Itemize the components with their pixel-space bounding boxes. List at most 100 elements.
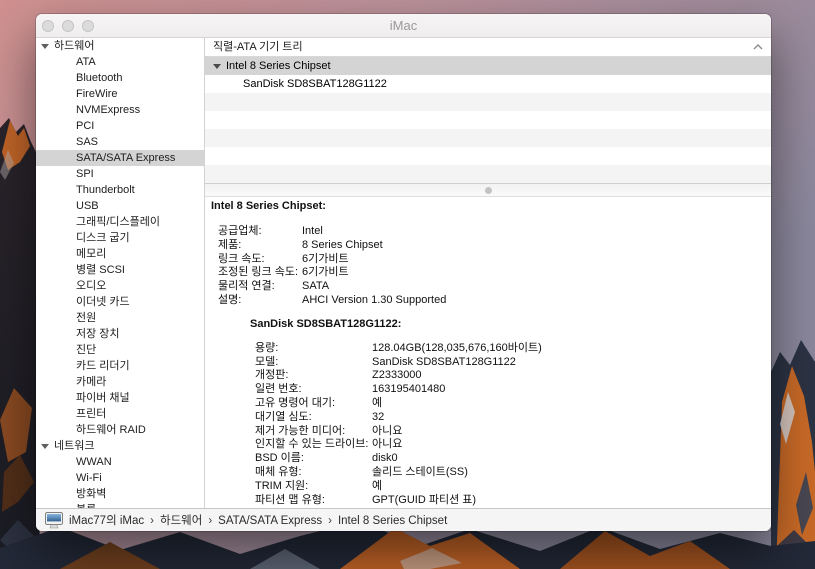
sidebar-item-ata[interactable]: ATA: [36, 54, 204, 70]
detail-row: 공급업체:Intel: [205, 225, 771, 239]
detail-key: 매체 유형:: [255, 466, 372, 480]
detail-value: 6기가비트: [302, 266, 349, 278]
sidebar-item-thunderbolt[interactable]: Thunderbolt: [36, 182, 204, 198]
tree-header-label: 직렬-ATA 기기 트리: [213, 41, 303, 53]
breadcrumb: iMac77의 iMac›하드웨어›SATA/SATA Express›Inte…: [69, 512, 447, 528]
sidebar-item-pci[interactable]: PCI: [36, 118, 204, 134]
sidebar-item-label: Bluetooth: [76, 72, 122, 84]
sidebar-item-card-reader[interactable]: 카드 리더기: [36, 358, 204, 374]
sidebar-item-wi-fi[interactable]: Wi-Fi: [36, 470, 204, 486]
sidebar-item-label: 메모리: [76, 248, 106, 260]
breadcrumb-separator: ›: [208, 515, 212, 527]
sidebar-item-usb[interactable]: USB: [36, 198, 204, 214]
detail-row: BSD 이름:disk0: [205, 452, 771, 466]
detail-key: 물리적 연결:: [218, 280, 302, 294]
detail-row: 파티션 맵 유형:GPT(GUID 파티션 표): [205, 494, 771, 508]
sidebar-item-nvmexpress[interactable]: NVMExpress: [36, 102, 204, 118]
tree-row-intel-8-series-chipset[interactable]: Intel 8 Series Chipset: [205, 57, 771, 75]
detail-value: AHCI Version 1.30 Supported: [302, 294, 446, 306]
sidebar-item-memory[interactable]: 메모리: [36, 246, 204, 262]
sidebar-item-diagnostics[interactable]: 진단: [36, 342, 204, 358]
sidebar-item-printers[interactable]: 프린터: [36, 406, 204, 422]
detail-row: 조정된 링크 속도:6기가비트: [205, 266, 771, 280]
sidebar-item-parallel-scsi[interactable]: 병렬 SCSI: [36, 262, 204, 278]
tree-row-empty: [205, 129, 771, 147]
sidebar-item-label: NVMExpress: [76, 104, 140, 116]
detail-value: 예: [372, 480, 382, 492]
sidebar-group-label: 네트워크: [54, 440, 94, 452]
details-pane[interactable]: Intel 8 Series Chipset:공급업체:Intel제품:8 Se…: [205, 197, 771, 508]
detail-value: 6기가비트: [302, 253, 349, 265]
tree-row-label: SanDisk SD8SBAT128G1122: [205, 75, 387, 93]
details-section-intel-8-series-chipset: Intel 8 Series Chipset:공급업체:Intel제품:8 Se…: [205, 199, 771, 308]
device-tree[interactable]: Intel 8 Series Chipset SanDisk SD8SBAT128…: [205, 57, 771, 183]
tree-row-empty: [205, 111, 771, 129]
detail-row: 대기열 심도:32: [205, 411, 771, 425]
sidebar-item-sas[interactable]: SAS: [36, 134, 204, 150]
details-section-title: SanDisk SD8SBAT128G1122:: [205, 317, 771, 331]
sidebar[interactable]: 하드웨어 ATA Bluetooth FireWire NVMExpress PCI SAS…: [36, 38, 205, 508]
sidebar-item-label: 진단: [76, 344, 96, 356]
sidebar-group-network[interactable]: 네트워크: [36, 438, 204, 454]
sidebar-item-disc-burning[interactable]: 디스크 굽기: [36, 230, 204, 246]
sidebar-item-label: SAS: [76, 136, 98, 148]
sidebar-item-camera[interactable]: 카메라: [36, 374, 204, 390]
sidebar-item-label: 디스크 굽기: [76, 232, 130, 244]
detail-value: SATA: [302, 280, 329, 292]
disclosure-triangle-icon[interactable]: [41, 444, 49, 449]
sidebar-item-spi[interactable]: SPI: [36, 166, 204, 182]
sidebar-item-sata-sata-express[interactable]: SATA/SATA Express: [36, 150, 204, 166]
sort-ascending-icon: [753, 44, 763, 50]
breadcrumb-item[interactable]: iMac77의 iMac: [69, 515, 144, 527]
tree-row-empty: [205, 147, 771, 165]
breadcrumb-item[interactable]: 하드웨어: [160, 515, 202, 527]
disclosure-triangle-icon[interactable]: [213, 64, 221, 69]
sidebar-item-label: USB: [76, 200, 99, 212]
sidebar-item-label: 저장 장치: [76, 328, 120, 340]
tree-row-sandisk-sd8sbat128g1122[interactable]: SanDisk SD8SBAT128G1122: [205, 75, 771, 93]
sidebar-item-power[interactable]: 전원: [36, 310, 204, 326]
detail-value: 예: [372, 397, 382, 409]
pane-splitter[interactable]: [205, 183, 771, 197]
splitter-handle-icon[interactable]: [485, 187, 492, 194]
breadcrumb-item[interactable]: SATA/SATA Express: [218, 515, 322, 527]
sidebar-item-storage[interactable]: 저장 장치: [36, 326, 204, 342]
sidebar-item-wwan[interactable]: WWAN: [36, 454, 204, 470]
sidebar-item-label: ATA: [76, 56, 96, 68]
sidebar-item-label: FireWire: [76, 88, 118, 100]
sidebar-group-hardware[interactable]: 하드웨어: [36, 38, 204, 54]
detail-row: 설명:AHCI Version 1.30 Supported: [205, 294, 771, 308]
system-information-window: iMac 하드웨어 ATA Bluetooth FireWire NVMExpress P…: [36, 14, 771, 531]
sidebar-item-label: 카드 리더기: [76, 360, 130, 372]
sidebar-item-hardware-raid[interactable]: 하드웨어 RAID: [36, 422, 204, 438]
tree-row-label: Intel 8 Series Chipset: [226, 60, 331, 72]
detail-key: 고유 명령어 대기:: [255, 397, 372, 411]
sidebar-item-label: 방화벽: [76, 488, 106, 500]
titlebar[interactable]: iMac: [36, 14, 771, 38]
sidebar-item-firewall[interactable]: 방화벽: [36, 486, 204, 502]
sidebar-item-label: 프린터: [76, 408, 106, 420]
sidebar-item-firewire[interactable]: FireWire: [36, 86, 204, 102]
detail-row: TRIM 지원:예: [205, 480, 771, 494]
sidebar-item-audio[interactable]: 오디오: [36, 278, 204, 294]
sidebar-item-ethernet-cards[interactable]: 이더넷 카드: [36, 294, 204, 310]
detail-key: 공급업체:: [218, 225, 302, 239]
detail-key: 개정판:: [255, 369, 372, 383]
sidebar-item-label: PCI: [76, 120, 94, 132]
detail-key: 제품:: [218, 239, 302, 253]
sidebar-item-label: 전원: [76, 312, 96, 324]
sidebar-item-graphics-displays[interactable]: 그래픽/디스플레이: [36, 214, 204, 230]
detail-value: disk0: [372, 452, 398, 464]
sidebar-item-label: 카메라: [76, 376, 106, 388]
detail-row: 고유 명령어 대기:예: [205, 397, 771, 411]
detail-row: 개정판:Z2333000: [205, 369, 771, 383]
sidebar-item-fibre-channel[interactable]: 파이버 채널: [36, 390, 204, 406]
tree-row-empty: [205, 165, 771, 183]
detail-key: 용량:: [255, 342, 372, 356]
sidebar-item-bluetooth[interactable]: Bluetooth: [36, 70, 204, 86]
detail-row: 제거 가능한 미디어:아니요: [205, 425, 771, 439]
tree-column-header[interactable]: 직렬-ATA 기기 트리: [205, 38, 771, 57]
detail-value: 163195401480: [372, 383, 445, 395]
disclosure-triangle-icon[interactable]: [41, 44, 49, 49]
breadcrumb-item[interactable]: Intel 8 Series Chipset: [338, 515, 447, 527]
